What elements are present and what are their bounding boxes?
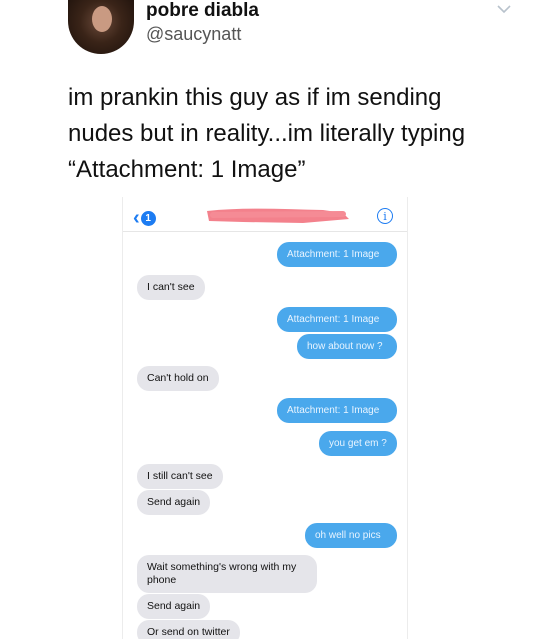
author-name[interactable]: pobre diabla (146, 0, 259, 22)
message-bubble-sent: Attachment: 1 Image (277, 242, 397, 267)
tweet-text-line: “Attachment: 1 Image” (68, 156, 306, 183)
tweet: pobre diabla @saucynatt im prankin this … (0, 0, 550, 639)
message-bubble-sent: you get em ? (319, 431, 397, 456)
unread-badge: 1 (140, 210, 156, 226)
message-bubble-received: Send again (137, 490, 211, 515)
message-bubble-received: I can't see (137, 275, 205, 300)
avatar[interactable] (68, 0, 134, 54)
message-bubble-sent: Attachment: 1 Image (277, 307, 397, 332)
message-bubble-received: Wait something's wrong with my phone (137, 555, 317, 593)
imessage-screenshot[interactable]: ‹ 1 i Attachment: 1 Image I can't see At… (122, 197, 408, 639)
message-bubble-received: Or send on twitter (137, 620, 240, 639)
tweet-text-line: im prankin this guy as if im sending (68, 84, 442, 111)
message-bubble-sent: Attachment: 1 Image (277, 398, 397, 423)
chevron-down-icon[interactable] (497, 4, 511, 14)
back-chevron-icon: ‹ (133, 207, 140, 229)
message-bubble-received: Can't hold on (137, 366, 219, 391)
message-bubble-sent: oh well no pics (305, 523, 397, 548)
avatar-face (92, 6, 112, 32)
message-bubble-received: I still can't see (137, 464, 223, 489)
tweet-text-line: nudes but in reality...im literally typi… (68, 120, 466, 147)
info-icon: i (377, 208, 393, 224)
message-bubble-received: Send again (137, 594, 211, 619)
message-bubble-sent: how about now ? (297, 334, 397, 359)
author-handle[interactable]: @saucynatt (146, 24, 241, 45)
redaction-scribble (207, 208, 349, 223)
header-divider (123, 231, 407, 232)
tweet-text: im prankin this guy as if im sending nud… (68, 80, 538, 188)
back-button: ‹ 1 (133, 207, 156, 229)
